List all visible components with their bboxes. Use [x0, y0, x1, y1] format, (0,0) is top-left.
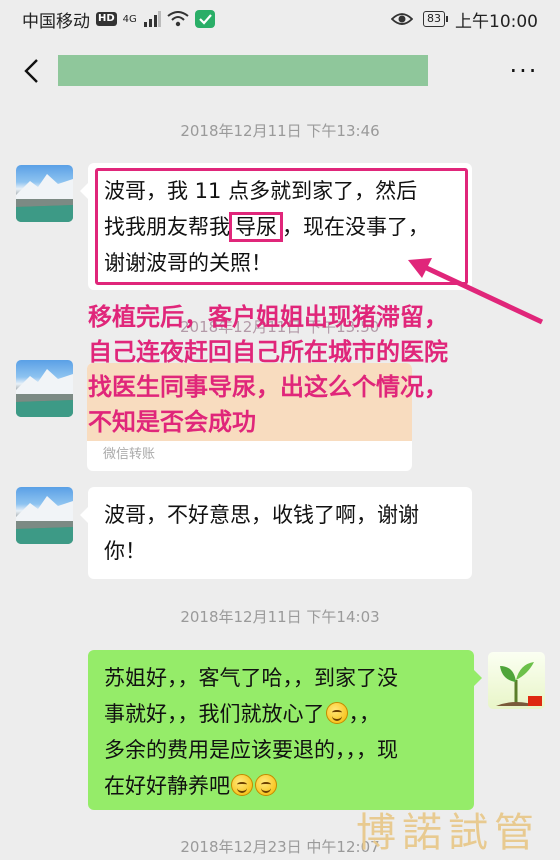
more-options-button[interactable]: ··· [504, 51, 544, 91]
hd-badge: HD [96, 12, 117, 26]
contact-avatar[interactable] [16, 487, 73, 544]
annotation-line: 移植完后，客户姐姐出现猪滞留， [88, 302, 448, 331]
transfer-footer-label: 微信转账 [103, 447, 156, 462]
smile-emoji-icon [231, 774, 253, 796]
contact-avatar[interactable] [16, 360, 73, 417]
smile-emoji-icon [255, 774, 277, 796]
wifi-icon [167, 11, 189, 27]
message-line: 波哥，不好意思，收钱了啊，谢谢 [104, 503, 419, 527]
status-right: 83 上午10:00 [391, 7, 538, 32]
highlighted-word: 导尿 [229, 212, 283, 242]
carrier-label: 中国移动 [22, 11, 90, 32]
timestamp: 2018年12月11日 下午14:03 [180, 608, 380, 626]
message-text: 在好好静养吧 [104, 774, 230, 798]
annotation-text: 移植完后，客户姐姐出现猪滞留， 自己连夜赶回自己所在城市的医院 找医生同事导尿，… [88, 299, 548, 439]
message-line: 多余的费用是应该要退的，，，现 [104, 738, 398, 762]
wechat-status-icon [194, 10, 215, 28]
annotation-line: 自己连夜赶回自己所在城市的医院 [88, 337, 448, 366]
annotation-line: 找医生同事导尿，出这么个情况， [88, 372, 448, 401]
status-left: 中国移动 HD 4G [22, 7, 215, 32]
status-bar: 中国移动 HD 4G 83 上午10:00 [0, 0, 560, 38]
message-line: 波哥，我 11 点多就到家了，然后 [104, 179, 418, 203]
flag-icon [528, 696, 542, 706]
message-line: 在好好静养吧 [104, 768, 458, 804]
message-text: ，， [348, 702, 381, 726]
timestamp: 2018年12月11日 下午13:46 [180, 122, 380, 140]
chevron-left-icon [24, 59, 38, 83]
back-button[interactable] [16, 51, 46, 91]
network-label: 4G [122, 13, 137, 25]
message-text: ，现在没事了， [282, 215, 429, 239]
message-line: 找我朋友帮我 导尿 ，现在没事了， [104, 209, 456, 245]
contact-avatar[interactable] [16, 165, 73, 222]
smile-emoji-icon [325, 702, 348, 724]
signal-icon [143, 11, 161, 27]
clock: 上午10:00 [455, 11, 538, 32]
annotation-line: 不知是否会成功 [88, 407, 256, 436]
message-line: 事就好，，我们就放心了 ，， [104, 696, 458, 732]
message-text: 找我朋友帮我 [104, 215, 230, 239]
sent-message-bubble[interactable]: 苏姐好，，客气了哈，，到家了没 事就好，，我们就放心了 ，， 多余的费用是应该要退… [88, 650, 482, 810]
message-text: 事就好，，我们就放心了 [104, 702, 325, 726]
message-line: 你！ [104, 539, 146, 563]
self-avatar[interactable] [488, 652, 545, 709]
message-line: 苏姐好，，客气了哈，，到家了没 [104, 666, 398, 690]
battery-indicator: 83 [423, 11, 448, 27]
watermark-logo: 博諾試管 [356, 810, 540, 856]
contact-name-redacted [58, 55, 428, 86]
chat-title-bar: ··· [0, 38, 560, 104]
message-bubble[interactable]: 波哥，不好意思，收钱了啊，谢谢 你！ [80, 487, 472, 579]
eye-icon [391, 13, 413, 25]
